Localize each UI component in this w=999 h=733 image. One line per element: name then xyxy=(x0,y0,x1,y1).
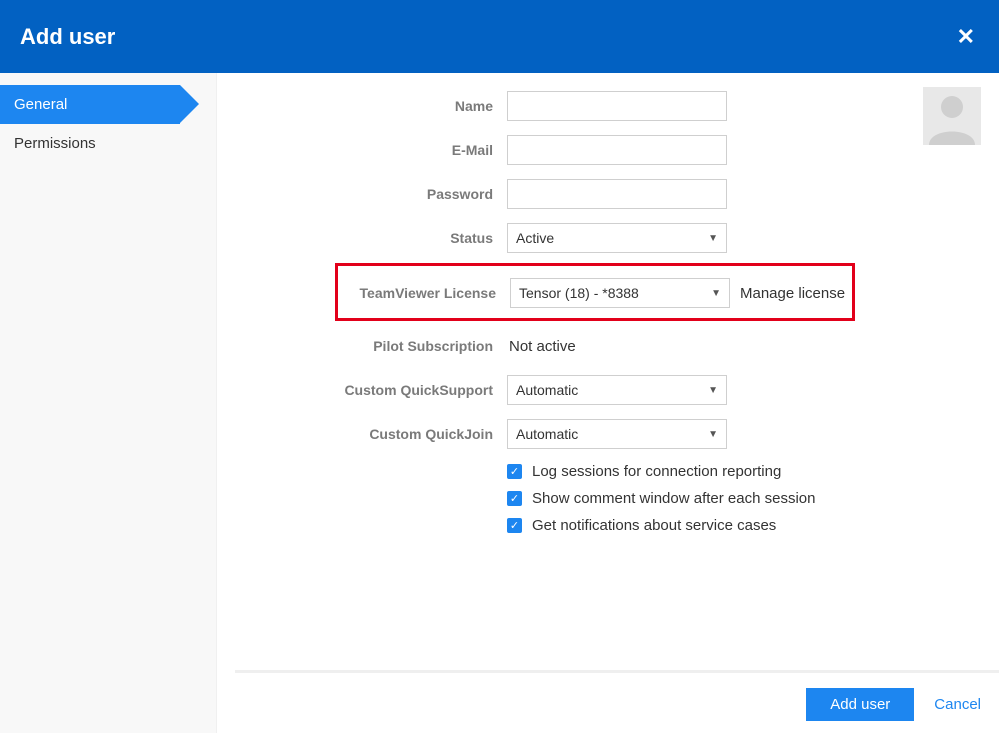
password-label: Password xyxy=(235,186,507,202)
log-sessions-checkbox[interactable]: ✓ xyxy=(507,464,522,479)
chevron-down-icon: ▼ xyxy=(708,385,718,396)
cancel-button[interactable]: Cancel xyxy=(934,696,981,713)
quicksupport-label: Custom QuickSupport xyxy=(235,382,507,398)
notifications-checkbox[interactable]: ✓ xyxy=(507,518,522,533)
license-label: TeamViewer License xyxy=(342,285,510,301)
avatar[interactable] xyxy=(923,87,981,145)
form: Name E-Mail Password Status xyxy=(235,87,875,534)
show-comment-label: Show comment window after each session xyxy=(532,490,815,507)
add-user-button[interactable]: Add user xyxy=(806,688,914,721)
quicksupport-select[interactable]: Automatic ▼ xyxy=(507,375,727,405)
tab-general[interactable]: General xyxy=(0,85,180,124)
quicksupport-value: Automatic xyxy=(516,382,578,398)
tab-label: Permissions xyxy=(14,135,96,152)
license-select[interactable]: Tensor (18) - *8388 ▼ xyxy=(510,278,730,308)
tab-label: General xyxy=(14,96,67,113)
log-sessions-label: Log sessions for connection reporting xyxy=(532,463,781,480)
avatar-placeholder-icon xyxy=(923,87,981,145)
email-input[interactable] xyxy=(507,135,727,165)
chevron-down-icon: ▼ xyxy=(708,233,718,244)
email-label: E-Mail xyxy=(235,142,507,158)
password-input[interactable] xyxy=(507,179,727,209)
license-highlight: TeamViewer License Tensor (18) - *8388 ▼… xyxy=(335,263,855,321)
status-label: Status xyxy=(235,230,507,246)
quickjoin-label: Custom QuickJoin xyxy=(235,426,507,442)
footer-separator xyxy=(235,670,999,673)
dialog-title: Add user xyxy=(20,24,115,50)
name-input[interactable] xyxy=(507,91,727,121)
footer: Add user Cancel xyxy=(806,688,981,721)
show-comment-checkbox[interactable]: ✓ xyxy=(507,491,522,506)
chevron-down-icon: ▼ xyxy=(708,429,718,440)
tab-permissions[interactable]: Permissions xyxy=(0,124,216,163)
chevron-down-icon: ▼ xyxy=(711,288,721,299)
quickjoin-select[interactable]: Automatic ▼ xyxy=(507,419,727,449)
manage-license-link[interactable]: Manage license xyxy=(740,285,845,302)
sidebar: General Permissions xyxy=(0,73,217,733)
pilot-label: Pilot Subscription xyxy=(235,338,507,354)
notifications-label: Get notifications about service cases xyxy=(532,517,776,534)
main-panel: Name E-Mail Password Status xyxy=(217,73,999,733)
license-value: Tensor (18) - *8388 xyxy=(519,285,639,301)
close-icon[interactable]: ✕ xyxy=(957,24,975,50)
quickjoin-value: Automatic xyxy=(516,426,578,442)
status-select[interactable]: Active ▼ xyxy=(507,223,727,253)
pilot-value: Not active xyxy=(507,338,576,355)
name-label: Name xyxy=(235,98,507,114)
status-value: Active xyxy=(516,230,554,246)
dialog-header: Add user ✕ xyxy=(0,0,999,73)
